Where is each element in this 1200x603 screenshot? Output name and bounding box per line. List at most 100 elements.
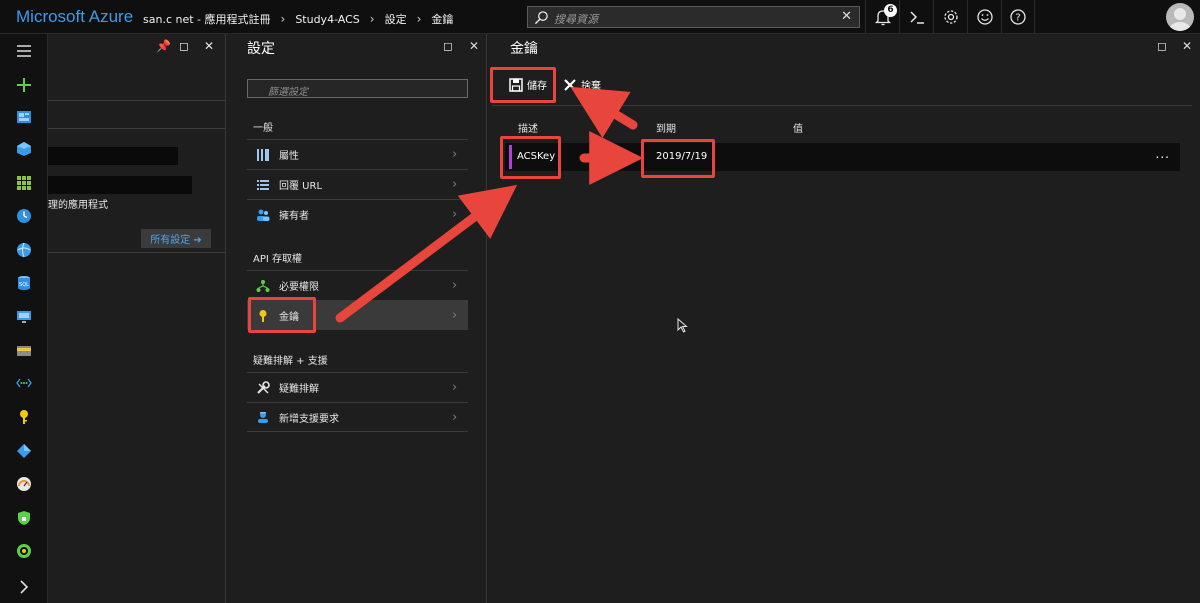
clear-icon[interactable]: ✕ [841, 9, 852, 24]
rail-vms[interactable] [0, 306, 48, 328]
highlight-box [490, 67, 556, 103]
monitor-icon [17, 311, 31, 323]
diamond-icon [17, 444, 31, 458]
divider [48, 100, 226, 101]
highlight-box [641, 139, 715, 178]
rail-security[interactable] [0, 507, 48, 529]
settings-title: 設定 [247, 41, 275, 57]
mouse-cursor-icon [677, 318, 688, 333]
maximize-icon[interactable]: ◻ [179, 39, 189, 53]
grid-icon [17, 176, 31, 190]
feedback-button[interactable] [967, 0, 1001, 34]
close-icon[interactable]: ✕ [1180, 39, 1194, 53]
azure-brand[interactable]: Microsoft Azure [16, 7, 133, 27]
app-description: 理的應用程式 [48, 200, 108, 211]
rail-more[interactable] [0, 576, 48, 598]
network-icon [16, 378, 32, 388]
menu-item-label: 必要權限 [279, 282, 319, 293]
close-icon[interactable]: ✕ [204, 39, 214, 53]
cloud-shell-button[interactable] [899, 0, 933, 34]
rail-all-resources[interactable] [0, 172, 48, 194]
keys-blade: 金鑰 ◻ ✕ 儲存 捨棄 描述 到期 值 ACSKey 2019/7/19 ..… [488, 34, 1200, 603]
rail-network[interactable] [0, 372, 48, 394]
chevron-right-icon: › [369, 12, 375, 26]
discard-button[interactable]: 捨棄 [563, 77, 601, 92]
rail-cost[interactable] [0, 540, 48, 562]
menu-item-troubleshoot[interactable]: 疑難排解 › [247, 372, 468, 402]
rail-menu[interactable] [0, 40, 48, 62]
menu-item-label: 新增支援要求 [279, 413, 339, 425]
chevron-right-icon: › [280, 12, 286, 26]
rail-resources[interactable] [0, 138, 48, 160]
discard-label: 捨棄 [581, 81, 601, 92]
notifications-button[interactable]: 6 [865, 0, 899, 34]
chevron-right-icon [20, 580, 29, 594]
wrench-icon [256, 380, 270, 395]
rail-sql[interactable]: SQL [0, 272, 48, 294]
chevron-right-icon: › [452, 278, 458, 293]
filter-placeholder: 篩選設定 [268, 87, 308, 98]
group-general-title: 一般 [253, 123, 273, 134]
table-row[interactable]: ACSKey 2019/7/19 ... [505, 143, 1180, 171]
list-icon [256, 178, 270, 192]
rail-recent[interactable] [0, 205, 48, 227]
menu-item-owners[interactable]: 擁有者 › [247, 199, 468, 229]
search-placeholder: 搜尋資源 [554, 13, 598, 26]
close-icon[interactable]: ✕ [467, 39, 481, 53]
column-header-description: 描述 [518, 124, 538, 135]
chevron-right-icon: › [452, 147, 458, 162]
column-header-expires: 到期 [656, 124, 676, 135]
shield-icon [18, 511, 30, 525]
circle-icon [17, 544, 31, 558]
properties-icon [256, 148, 270, 162]
breadcrumb-item[interactable]: Study4-ACS [295, 13, 359, 26]
settings-button[interactable] [933, 0, 967, 34]
group-api-access-title: API 存取權 [253, 254, 302, 265]
cube-icon [17, 142, 31, 156]
breadcrumb: san.c net - 應用程式註冊 › Study4-ACS › 設定 › 金… [143, 11, 453, 27]
menu-item-new-support-request[interactable]: 新增支援要求 › [247, 402, 468, 432]
user-icon [1169, 8, 1191, 31]
smiley-icon [976, 9, 993, 25]
breadcrumb-item[interactable]: 設定 [385, 11, 407, 27]
help-button[interactable]: ? [1001, 0, 1035, 34]
permissions-icon [256, 279, 270, 293]
menu-item-label: 擁有者 [279, 211, 309, 222]
svg-text:SQL: SQL [19, 282, 29, 288]
menu-item-properties[interactable]: 屬性 › [247, 139, 468, 169]
dashboard-icon [17, 111, 31, 123]
app-registration-blade: 📌 ◻ ✕ 理的應用程式 所有設定 ➔ [48, 34, 226, 603]
support-icon [256, 410, 270, 424]
hamburger-icon [17, 45, 31, 57]
breadcrumb-item[interactable]: san.c net - 應用程式註冊 [143, 11, 271, 27]
chevron-right-icon: › [452, 380, 458, 395]
more-options-icon[interactable]: ... [1156, 147, 1170, 161]
highlight-box [248, 297, 316, 333]
pin-icon[interactable]: 📌 [156, 39, 171, 53]
maximize-icon[interactable]: ◻ [1155, 39, 1169, 53]
breadcrumb-item-current: 金鑰 [431, 13, 454, 26]
rail-devops[interactable] [0, 440, 48, 462]
rail-monitor[interactable] [0, 473, 48, 495]
divider [492, 105, 1192, 106]
rail-key-vault[interactable] [0, 406, 48, 428]
menu-item-label: 疑難排解 [279, 384, 319, 395]
plus-icon [17, 78, 31, 92]
menu-item-reply-urls[interactable]: 回覆 URL › [247, 169, 468, 199]
avatar[interactable] [1166, 3, 1194, 31]
rail-app-services[interactable] [0, 239, 48, 261]
filter-settings-input[interactable]: 篩選設定 [247, 79, 468, 98]
sql-icon: SQL [18, 276, 30, 290]
chevron-right-icon: › [452, 207, 458, 222]
menu-item-required-permissions[interactable]: 必要權限 › [247, 270, 468, 300]
rail-storage[interactable] [0, 340, 48, 362]
all-settings-button[interactable]: 所有設定 ➔ [141, 229, 211, 248]
rail-dashboard[interactable] [0, 106, 48, 128]
svg-text:?: ? [1015, 13, 1020, 24]
key-icon [20, 410, 28, 424]
menu-item-label: 回覆 URL [279, 181, 323, 192]
rail-create[interactable] [0, 74, 48, 96]
search-input[interactable]: 搜尋資源 ✕ [527, 6, 860, 28]
maximize-icon[interactable]: ◻ [441, 39, 455, 53]
clock-icon [17, 209, 31, 223]
